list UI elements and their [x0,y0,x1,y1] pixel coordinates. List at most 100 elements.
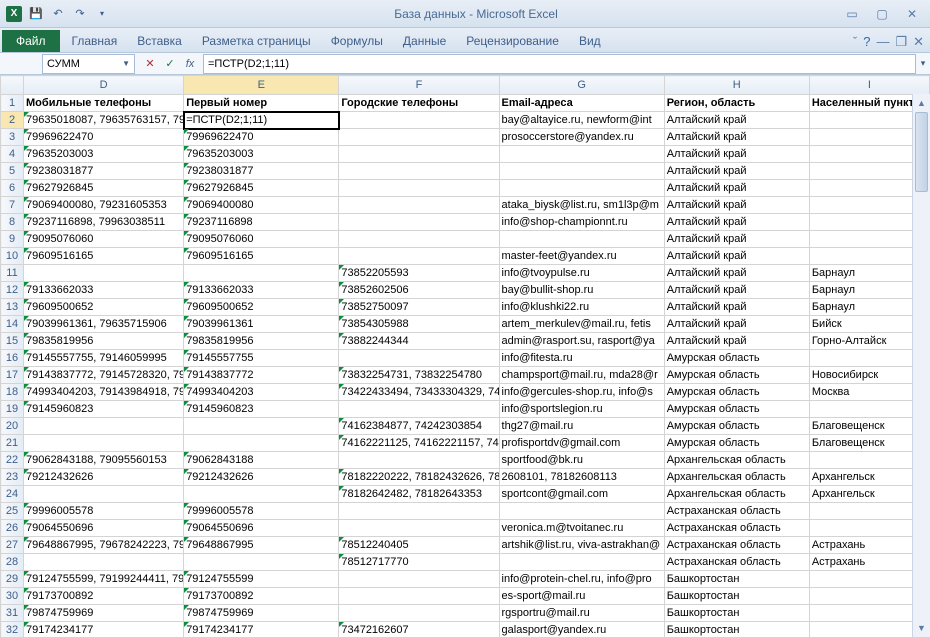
row-header[interactable]: 5 [1,163,24,180]
cell[interactable]: 79039961361 [184,316,339,333]
tab-formulas[interactable]: Формулы [321,30,393,52]
row-header[interactable]: 17 [1,367,24,384]
row-header[interactable]: 32 [1,622,24,637]
cell[interactable]: 73472162607 [339,622,499,637]
cell[interactable]: 79212432626 [184,469,339,486]
cell[interactable] [339,231,499,248]
cell[interactable]: info@gercules-shop.ru, info@s [499,384,664,401]
row-header[interactable]: 20 [1,418,24,435]
cell[interactable]: 79064550696 [184,520,339,537]
formula-input[interactable]: =ПСТР(D2;1;11) [203,54,916,74]
cell[interactable]: admin@rasport.su, rasport@ya [499,333,664,350]
cell[interactable]: Алтайский край [664,333,809,350]
tab-data[interactable]: Данные [393,30,456,52]
cell[interactable]: Алтайский край [664,299,809,316]
cell[interactable] [24,435,184,452]
row-header[interactable]: 23 [1,469,24,486]
cell[interactable]: Алтайский край [664,163,809,180]
cell[interactable]: 79874759969 [184,605,339,622]
cell[interactable] [339,503,499,520]
cell[interactable] [339,214,499,231]
cell[interactable]: 74162221125, 74162221157, 7416 [339,435,499,452]
cell[interactable]: Амурская область [664,350,809,367]
header-cell[interactable]: Email-адреса [499,95,664,112]
row-header[interactable]: 29 [1,571,24,588]
doc-minimize-icon[interactable]: — [876,34,889,50]
cell[interactable]: 79173700892 [24,588,184,605]
cell[interactable] [339,146,499,163]
cell[interactable]: 79133662033 [184,282,339,299]
scroll-down-icon[interactable]: ▼ [913,619,930,637]
cell[interactable]: 79124755599 [184,571,339,588]
cell[interactable] [339,605,499,622]
cell[interactable]: 78182220222, 78182432626, 7818 [339,469,499,486]
doc-close-icon[interactable]: ✕ [913,34,924,50]
cell[interactable]: 79874759969 [24,605,184,622]
row-header[interactable]: 4 [1,146,24,163]
cell[interactable] [339,401,499,418]
cell[interactable]: Башкортостан [664,622,809,637]
cell[interactable] [499,163,664,180]
cell[interactable]: Астраханская область [664,503,809,520]
cell[interactable]: info@sportslegion.ru [499,401,664,418]
accept-formula-icon[interactable]: ✓ [161,55,179,73]
ribbon-minimize-icon[interactable]: ˇ [853,34,857,50]
cell[interactable]: master-feet@yandex.ru [499,248,664,265]
expand-formula-icon[interactable]: ▾ [916,58,930,69]
cell[interactable]: rgsportru@mail.ru [499,605,664,622]
cell[interactable]: 79996005578 [184,503,339,520]
cell[interactable]: 79627926845 [24,180,184,197]
cell[interactable]: Алтайский край [664,129,809,146]
close-icon[interactable]: ✕ [900,6,924,22]
cell[interactable] [499,231,664,248]
cell[interactable]: 79069400080 [184,197,339,214]
cell[interactable]: 79238031877 [184,163,339,180]
row-header[interactable]: 26 [1,520,24,537]
cell[interactable]: Алтайский край [664,214,809,231]
save-icon[interactable]: 💾 [26,4,46,24]
col-header-G[interactable]: G [499,76,664,95]
cell[interactable]: 79969622470 [24,129,184,146]
header-cell[interactable]: Мобильные телефоны [24,95,184,112]
chevron-down-icon[interactable]: ▼ [122,59,130,68]
cell[interactable]: 79062843188, 79095560153 [24,452,184,469]
cell[interactable]: 79212432626 [24,469,184,486]
cell[interactable]: 73854305988 [339,316,499,333]
row-header[interactable]: 22 [1,452,24,469]
cell[interactable]: 73882244344 [339,333,499,350]
tab-view[interactable]: Вид [569,30,611,52]
cell[interactable]: info@shop-championnt.ru [499,214,664,231]
cell[interactable]: 79145960823 [24,401,184,418]
cell[interactable]: 79237116898, 79963038511 [24,214,184,231]
cell[interactable]: 79095076060 [184,231,339,248]
cell[interactable]: Алтайский край [664,197,809,214]
cell[interactable]: 78182642482, 78182643353 [339,486,499,503]
cell[interactable]: Архангельская область [664,452,809,469]
cell[interactable]: 79064550696 [24,520,184,537]
cell[interactable]: Алтайский край [664,316,809,333]
row-header[interactable]: 13 [1,299,24,316]
cell[interactable] [184,265,339,282]
cell[interactable]: 79145960823 [184,401,339,418]
tab-review[interactable]: Рецензирование [456,30,569,52]
redo-icon[interactable]: ↷ [70,4,90,24]
cell[interactable]: 73852205593 [339,265,499,282]
cell[interactable] [499,146,664,163]
cell[interactable] [184,435,339,452]
cell[interactable]: thg27@mail.ru [499,418,664,435]
cell[interactable]: 79095076060 [24,231,184,248]
cell[interactable]: Алтайский край [664,248,809,265]
cell[interactable]: 79609500652 [24,299,184,316]
row-header[interactable]: 16 [1,350,24,367]
cell[interactable]: Астраханская область [664,554,809,571]
cell[interactable]: Алтайский край [664,231,809,248]
cell[interactable] [184,554,339,571]
cell[interactable] [339,112,499,129]
name-box[interactable]: СУММ ▼ [42,54,135,74]
cell[interactable]: Алтайский край [664,112,809,129]
cell[interactable]: Алтайский край [664,282,809,299]
cell[interactable] [499,180,664,197]
cell[interactable]: 2608101, 78182608113 [499,469,664,486]
cell[interactable]: 79069400080, 79231605353 [24,197,184,214]
cell[interactable] [339,129,499,146]
